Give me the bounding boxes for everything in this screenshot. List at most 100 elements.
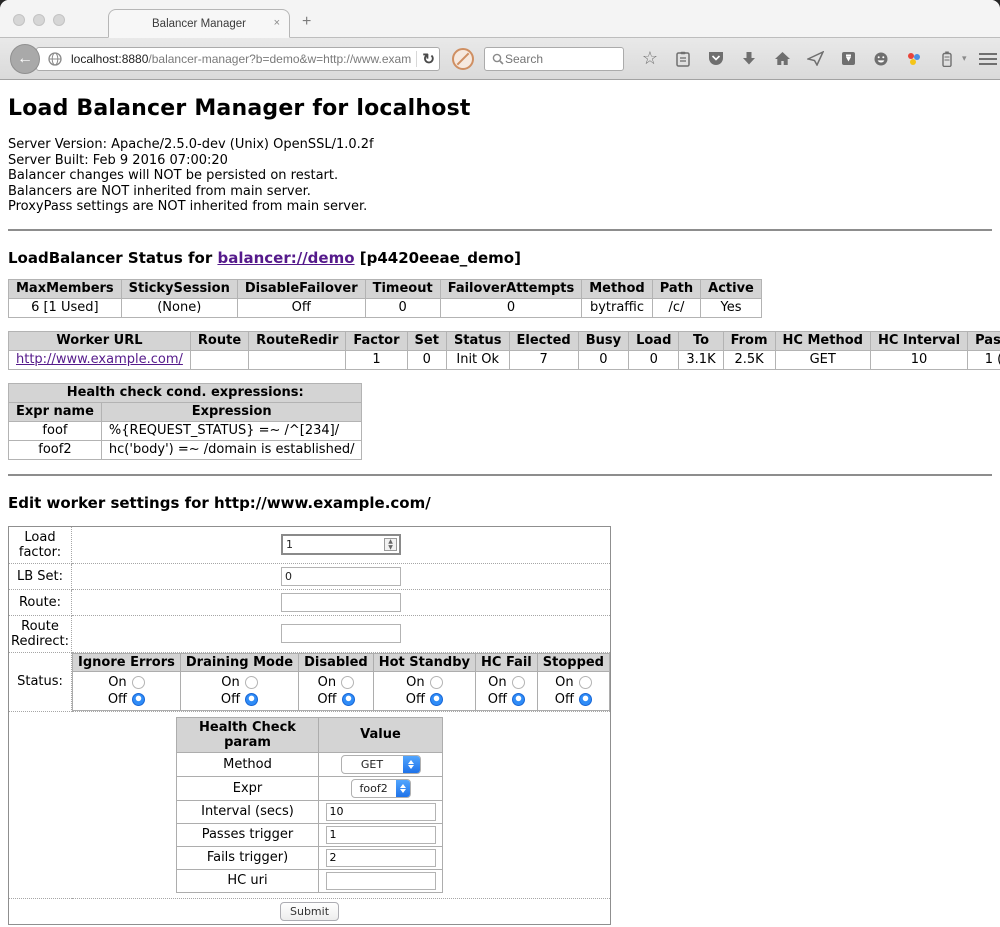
table-title-row: Health check cond. expressions: <box>9 383 362 402</box>
hc-fail-on-radio[interactable] <box>512 676 525 689</box>
back-button[interactable]: ← <box>10 44 40 74</box>
page-content: Load Balancer Manager for localhost Serv… <box>0 80 1000 927</box>
cell-hc-interval: 10 <box>870 350 967 369</box>
cell-method: bytraffic <box>582 298 652 317</box>
reload-icon[interactable]: ↻ <box>422 50 435 68</box>
col-stickysession: StickySession <box>121 279 237 298</box>
toolbar-icons: ☆ <box>640 49 967 69</box>
load-factor-input[interactable] <box>281 534 401 555</box>
stopped-on-radio[interactable] <box>579 676 592 689</box>
feedback-smiley-icon[interactable] <box>871 49 891 69</box>
col-disablefailover: DisableFailover <box>237 279 365 298</box>
radio-off-label: Off <box>488 692 507 707</box>
worker-url-link[interactable]: http://www.example.com/ <box>16 352 183 367</box>
col-hot-standby: Hot Standby <box>373 653 475 671</box>
col-worker-url: Worker URL <box>9 331 191 350</box>
stopped-off-radio[interactable] <box>579 693 592 706</box>
expr-select[interactable]: foof2 <box>351 779 411 798</box>
interval-input[interactable] <box>326 803 436 821</box>
method-label: Method <box>177 752 319 776</box>
browser-window: Balancer Manager × + ← localhost:8880/ba… <box>0 0 1000 927</box>
cell-expr-name: foof2 <box>9 440 102 459</box>
interval-label: Interval (secs) <box>177 800 319 823</box>
server-version-line: Server Version: Apache/2.5.0-dev (Unix) … <box>8 137 992 153</box>
col-hc-value: Value <box>319 717 443 752</box>
status-header-row: Ignore Errors Draining Mode Disabled Hot… <box>73 653 610 671</box>
cell-from: 2.5K <box>723 350 775 369</box>
form-row-route-redirect: Route Redirect: <box>9 615 611 652</box>
url-text[interactable]: localhost:8880/balancer-manager?b=demo&w… <box>71 52 411 66</box>
home-icon[interactable] <box>772 49 792 69</box>
radio-on-label: On <box>318 675 336 690</box>
hc-uri-input[interactable] <box>326 872 436 890</box>
site-identity-globe-icon[interactable] <box>45 49 65 69</box>
col-active: Active <box>701 279 762 298</box>
radio-on-label: On <box>221 675 239 690</box>
passes-input[interactable] <box>326 826 436 844</box>
submit-button[interactable]: Submit <box>280 902 339 921</box>
hc-expr-title: Health check cond. expressions: <box>9 383 362 402</box>
col-disabled: Disabled <box>299 653 374 671</box>
disabled-on-radio[interactable] <box>341 676 354 689</box>
table-header-row: Expr name Expression <box>9 402 362 421</box>
balancer-demo-link[interactable]: balancer://demo <box>217 249 354 267</box>
disabled-off-radio[interactable] <box>342 693 355 706</box>
expr-select-value: foof2 <box>352 782 396 795</box>
lb-set-input[interactable] <box>281 567 401 586</box>
search-bar[interactable] <box>484 47 624 71</box>
battery-icon[interactable] <box>937 49 957 69</box>
radio-off-label: Off <box>108 692 127 707</box>
cell-expression: %{REQUEST_STATUS} =~ /^[234]/ <box>101 421 362 440</box>
form-row-status: Status: Ignore Errors Draining Mode Disa… <box>9 652 611 711</box>
extension-dots-icon[interactable] <box>904 49 924 69</box>
col-timeout: Timeout <box>365 279 440 298</box>
route-input[interactable] <box>281 593 401 612</box>
status-table: Ignore Errors Draining Mode Disabled Hot… <box>72 653 610 711</box>
edit-worker-heading: Edit worker settings for http://www.exam… <box>8 494 992 512</box>
minimize-window-button[interactable] <box>33 14 45 26</box>
col-hc-param: Health Check param <box>177 717 319 752</box>
page-title: Load Balancer Manager for localhost <box>8 96 992 121</box>
navigation-toolbar: ← localhost:8880/balancer-manager?b=demo… <box>0 38 1000 80</box>
cell-maxmembers: 6 [1 Used] <box>9 298 122 317</box>
overflow-caret-icon[interactable]: ▾ <box>962 53 967 64</box>
pocket-icon[interactable] <box>706 49 726 69</box>
col-elected: Elected <box>509 331 578 350</box>
downloads-icon[interactable] <box>739 49 759 69</box>
expr-label: Expr <box>177 776 319 800</box>
reading-list-icon[interactable] <box>673 49 693 69</box>
cell-to: 3.1K <box>679 350 723 369</box>
draining-mode-off-radio[interactable] <box>245 693 258 706</box>
col-method: Method <box>582 279 652 298</box>
heading-prefix: LoadBalancer Status for <box>8 249 217 267</box>
search-input[interactable] <box>505 52 605 66</box>
zoom-window-button[interactable] <box>53 14 65 26</box>
hot-standby-off-radio[interactable] <box>430 693 443 706</box>
bookmark-star-icon[interactable]: ☆ <box>640 49 660 69</box>
cell-active: Yes <box>701 298 762 317</box>
hot-standby-on-radio[interactable] <box>430 676 443 689</box>
tab-close-icon[interactable]: × <box>274 18 280 29</box>
route-redirect-input[interactable] <box>281 624 401 643</box>
ignore-errors-on-radio[interactable] <box>132 676 145 689</box>
draining-mode-on-radio[interactable] <box>245 676 258 689</box>
number-spinner-icon[interactable]: ▲▼ <box>384 538 397 551</box>
status-label: Status: <box>9 652 72 711</box>
panel-download-icon[interactable] <box>838 49 858 69</box>
radio-off-label: Off <box>555 692 574 707</box>
fails-input[interactable] <box>326 849 436 867</box>
close-window-button[interactable] <box>13 14 25 26</box>
send-plane-icon[interactable] <box>805 49 825 69</box>
content-blocker-icon[interactable] <box>452 48 474 70</box>
tab-balancer-manager[interactable]: Balancer Manager × <box>108 9 290 38</box>
new-tab-button[interactable]: + <box>302 13 311 31</box>
col-stopped: Stopped <box>537 653 609 671</box>
form-row-load-factor: Load factor: ▲▼ <box>9 526 611 563</box>
loadbalancer-status-heading: LoadBalancer Status for balancer://demo … <box>8 249 992 267</box>
menu-icon[interactable] <box>979 53 997 65</box>
radio-on-label: On <box>406 675 424 690</box>
hc-fail-off-radio[interactable] <box>512 693 525 706</box>
url-bar[interactable]: localhost:8880/balancer-manager?b=demo&w… <box>36 47 440 71</box>
ignore-errors-off-radio[interactable] <box>132 693 145 706</box>
method-select[interactable]: GET <box>341 755 421 774</box>
